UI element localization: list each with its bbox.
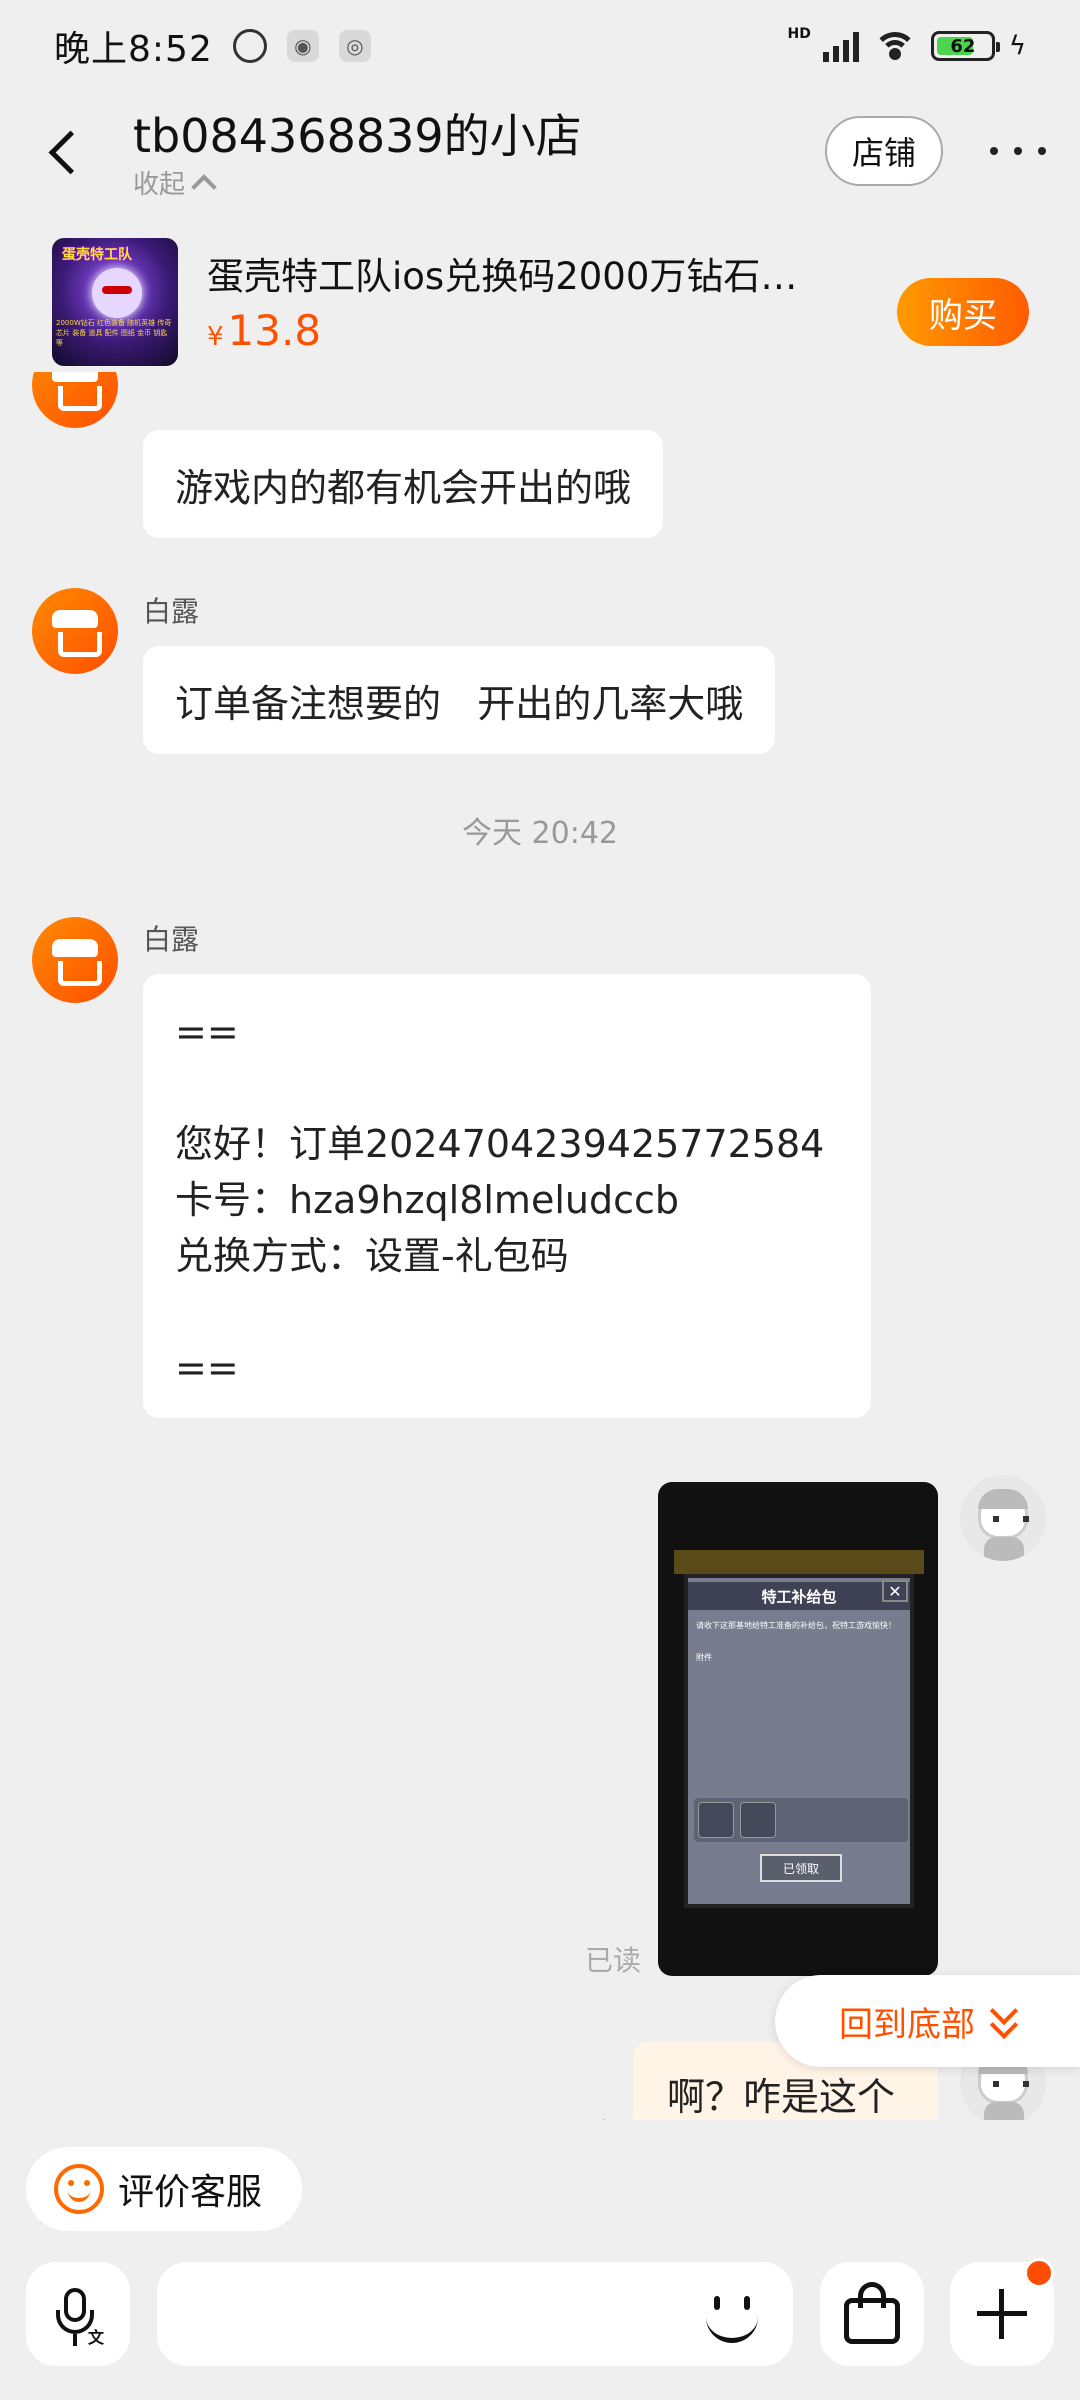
charging-icon: ϟ xyxy=(1008,31,1026,61)
back-button[interactable] xyxy=(40,122,90,182)
message-bubble[interactable]: 游戏内的都有机会开出的哦 xyxy=(143,430,664,538)
chat-header: tb084368839的小店 收起 店铺 xyxy=(0,92,1080,212)
more-options-button[interactable] xyxy=(990,128,1046,174)
store-icon xyxy=(52,610,102,657)
voice-input-button[interactable]: 文 xyxy=(26,2262,130,2366)
message-bubble[interactable]: == 您好！订单2024704239425772584 卡号：hza9hzql8… xyxy=(143,974,871,1418)
game-screenshot-panel: 特工补给包 ✕ 请收下这那基地给特工准备的补给包，祝特工游戏愉快！ 附件 已领取 xyxy=(684,1574,914,1908)
sender-name: 白露 xyxy=(143,595,200,628)
signal-icon xyxy=(822,30,859,62)
chat-timestamp: 今天 20:42 xyxy=(462,816,618,851)
game-item-slots xyxy=(694,1798,908,1842)
app-notification-icon-2: ◎ xyxy=(338,30,371,62)
voice-to-text-label: 文 xyxy=(88,2328,105,2347)
jump-to-bottom-button[interactable]: 回到底部 xyxy=(775,1975,1080,2067)
emoji-button[interactable] xyxy=(700,2282,766,2348)
jump-to-bottom-label: 回到底部 xyxy=(839,2004,975,2045)
thumbnail-title: 蛋壳特工队 xyxy=(62,247,132,263)
chevron-up-icon xyxy=(191,173,217,200)
shop-title: tb084368839的小店 xyxy=(133,109,582,163)
product-price: ¥ 13.8 xyxy=(207,306,321,355)
smile-icon xyxy=(54,2164,104,2214)
wifi-icon xyxy=(872,30,917,62)
status-bar: 晚上8:52 ◉ ◎ HD 62 ϟ xyxy=(0,0,1080,92)
message-input[interactable] xyxy=(157,2262,793,2366)
product-title: 蛋壳特工队ios兑换码2000万钻石… xyxy=(207,255,798,298)
battery-level: 62 xyxy=(950,35,976,57)
store-icon xyxy=(52,372,102,411)
read-receipt: 已读 xyxy=(585,1944,642,1977)
store-icon xyxy=(52,939,102,986)
ninja-avatar-icon xyxy=(978,1489,1029,1539)
alarm-icon xyxy=(232,29,267,63)
shop-avatar[interactable] xyxy=(32,917,118,1003)
game-screenshot-header xyxy=(674,1550,924,1574)
thumbnail-character-icon xyxy=(92,268,142,318)
rate-service-label: 评价客服 xyxy=(118,2172,263,2213)
double-chevron-down-icon xyxy=(989,1996,1019,2041)
more-dot-icon xyxy=(990,147,998,155)
game-panel-description: 请收下这那基地给特工准备的补给包，祝特工游戏愉快！ xyxy=(696,1621,896,1630)
buy-button[interactable]: 购买 xyxy=(897,278,1029,346)
shopping-bag-button[interactable] xyxy=(820,2262,924,2366)
status-time: 晚上8:52 xyxy=(54,29,213,70)
shop-avatar[interactable] xyxy=(32,372,118,428)
app-notification-icon: ◉ xyxy=(286,30,319,62)
heart-item-icon xyxy=(740,1802,776,1838)
product-thumbnail[interactable]: 蛋壳特工队 2000W钻石 红色装备 随机英雄 传奇 芯片 装备 道具 配件 图… xyxy=(52,238,178,366)
hd-label: HD xyxy=(787,26,811,42)
rate-service-button[interactable]: 评价客服 xyxy=(26,2147,302,2231)
notification-dot xyxy=(1024,2258,1054,2288)
battery-icon: 62 xyxy=(930,31,1000,61)
image-message[interactable]: 特工补给包 ✕ 请收下这那基地给特工准备的补给包，祝特工游戏愉快！ 附件 已领取 xyxy=(658,1482,938,1976)
read-receipt: 已读 xyxy=(558,2112,614,2120)
close-icon: ✕ xyxy=(882,1580,908,1602)
cube-item-icon xyxy=(698,1802,734,1838)
chat-message-list[interactable]: 游戏内的都有机会开出的哦 白露 订单备注想要的 开出的几率大哦 今天 20:42… xyxy=(0,372,1080,2120)
currency-symbol: ¥ xyxy=(207,322,224,352)
sender-name: 白露 xyxy=(143,923,200,956)
game-panel-title: 特工补给包 xyxy=(688,1582,910,1610)
user-avatar[interactable] xyxy=(960,1475,1046,1561)
price-value: 13.8 xyxy=(227,306,322,355)
store-button[interactable]: 店铺 xyxy=(825,116,943,186)
thumbnail-text: 2000W钻石 红色装备 随机英雄 传奇 芯片 装备 道具 配件 图纸 金币 钥… xyxy=(56,319,172,347)
shop-avatar[interactable] xyxy=(32,588,118,674)
game-attachment-label: 附件 xyxy=(696,1653,712,1662)
message-bubble[interactable]: 订单备注想要的 开出的几率大哦 xyxy=(143,646,776,754)
collapse-label: 收起 xyxy=(133,170,186,200)
game-claimed-button: 已领取 xyxy=(760,1854,842,1882)
product-card[interactable]: 蛋壳特工队 2000W钻石 红色装备 随机英雄 传奇 芯片 装备 道具 配件 图… xyxy=(0,222,1080,372)
collapse-toggle[interactable]: 收起 xyxy=(133,164,217,201)
